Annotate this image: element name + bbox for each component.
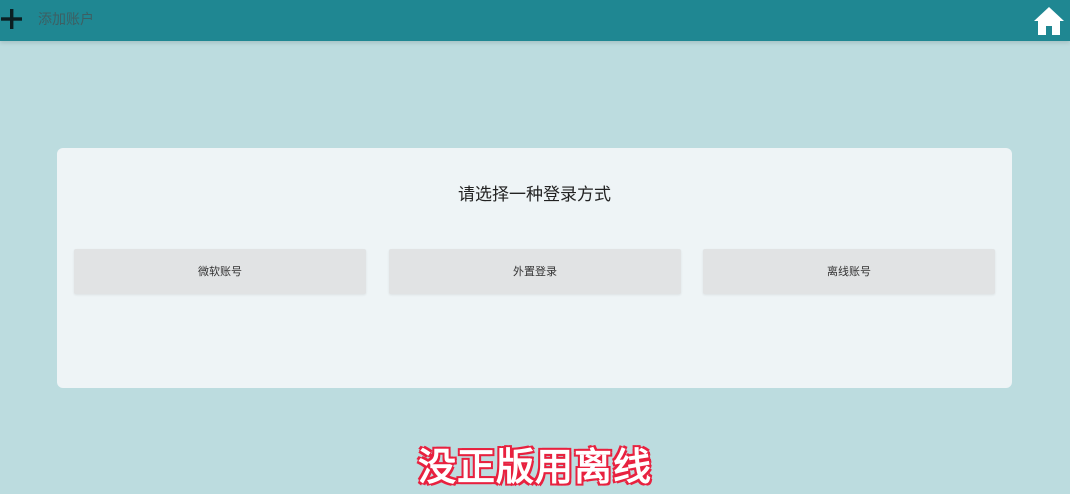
header-bar: 添加账户 <box>0 0 1070 41</box>
plus-icon[interactable] <box>0 7 24 31</box>
page-title: 添加账户 <box>38 12 94 28</box>
offline-account-button[interactable]: 离线账号 <box>703 249 995 294</box>
video-caption: 没正版用离线 <box>417 444 652 490</box>
app-window: 添加账户 请选择一种登录方式 微软账号 外置登录 离线账号 没正版用离线 <box>0 0 1070 494</box>
microsoft-account-button[interactable]: 微软账号 <box>74 249 366 294</box>
login-method-heading: 请选择一种登录方式 <box>458 185 611 205</box>
login-method-card: 请选择一种登录方式 微软账号 外置登录 离线账号 <box>57 148 1012 388</box>
home-icon[interactable] <box>1032 4 1066 38</box>
external-login-button[interactable]: 外置登录 <box>389 249 681 294</box>
